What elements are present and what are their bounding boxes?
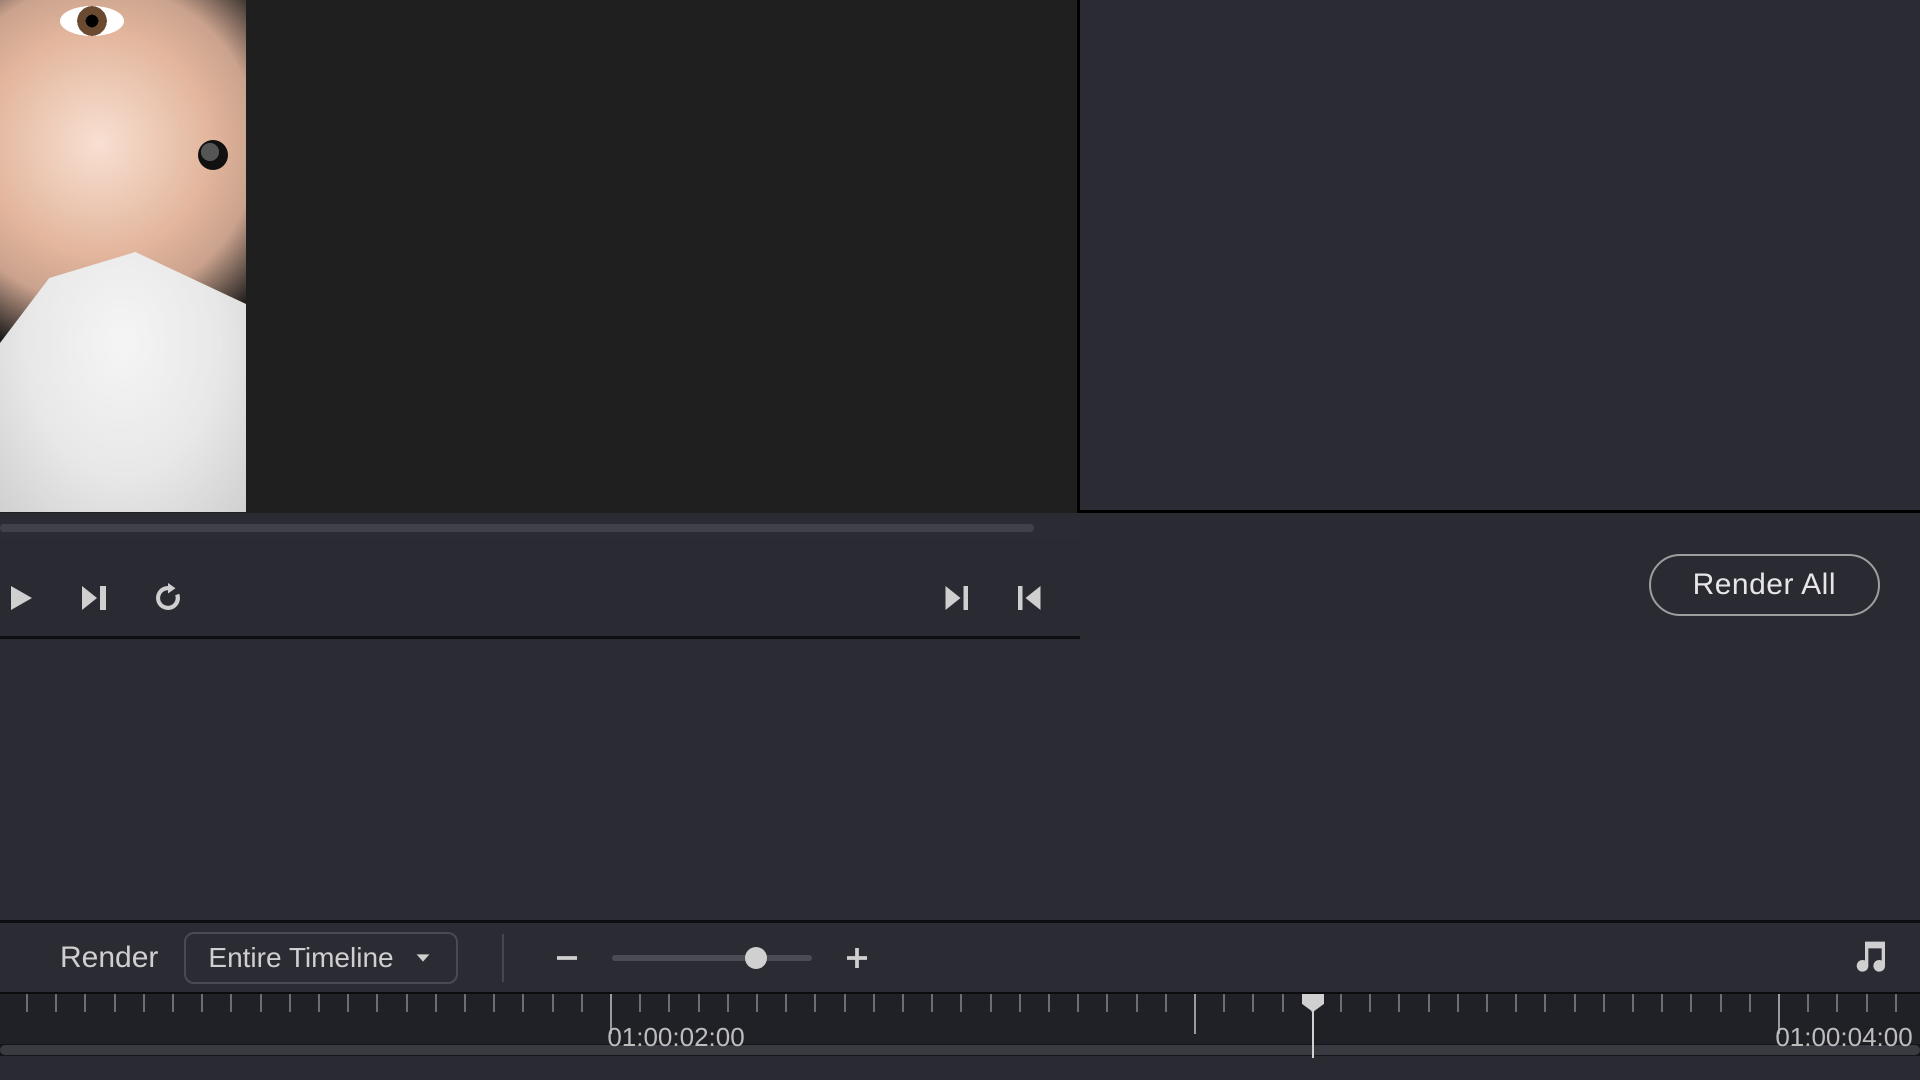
video-frame [0,0,246,512]
ruler-tick [84,994,86,1012]
render-range-dropdown[interactable]: Entire Timeline [184,932,457,984]
ruler-tick [1720,994,1722,1012]
ruler-tick [1252,994,1254,1012]
ruler-tick [172,994,174,1012]
timeline-scrollbar[interactable] [0,1044,1920,1056]
ruler-tick [143,994,145,1012]
ruler-tick [1574,994,1576,1012]
render-label: Render [60,941,158,975]
ruler-tick [1661,994,1663,1012]
render-all-button[interactable]: Render All [1649,554,1880,616]
ruler-tick [1457,994,1459,1012]
ruler-major-tick [1194,994,1196,1034]
ruler-tick [1515,994,1517,1012]
ruler-tick [1749,994,1751,1012]
ruler-time-label: 01:00:04:00 [1775,1022,1912,1053]
ruler-tick [668,994,670,1012]
ruler-tick [1807,994,1809,1012]
ruler-tick [552,994,554,1012]
ruler-tick [376,994,378,1012]
timeline-ruler[interactable]: 01:00:02:00 01:00:04:00 [0,992,1920,1056]
ruler-time-label: 01:00:02:00 [607,1022,744,1053]
ruler-tick [1690,994,1692,1012]
ruler-tick [698,994,700,1012]
ruler-tick [1398,994,1400,1012]
ruler-tick [1632,994,1634,1012]
ruler-tick [844,994,846,1012]
zoom-in-button[interactable] [838,939,876,977]
ruler-tick [1340,994,1342,1012]
playhead[interactable] [1312,994,1314,1058]
ruler-tick [493,994,495,1012]
ruler-tick [522,994,524,1012]
ruler-tick [639,994,641,1012]
viewer-scrub-bar[interactable] [0,516,1080,540]
music-note-icon [1850,935,1890,975]
zoom-out-button[interactable] [548,939,586,977]
ruler-tick [931,994,933,1012]
play-button[interactable] [0,578,40,618]
empty-panel [0,640,1920,920]
ruler-tick [1836,994,1838,1012]
ruler-tick [990,994,992,1012]
ruler-tick [1282,994,1284,1012]
timeline-scrollbar-thumb[interactable] [0,1045,1920,1055]
ruler-tick [1866,994,1868,1012]
ruler-tick [347,994,349,1012]
ruler-tick [114,994,116,1012]
ruler-tick [727,994,729,1012]
ruler-tick [1136,994,1138,1012]
ruler-tick [902,994,904,1012]
ruler-tick [1428,994,1430,1012]
ruler-tick [464,994,466,1012]
ruler-tick [55,994,57,1012]
ruler-tick [1223,994,1225,1012]
loop-button[interactable] [148,578,188,618]
chevron-down-icon [412,947,434,969]
ruler-tick [1544,994,1546,1012]
zoom-slider[interactable] [612,955,812,961]
go-to-in-button[interactable] [1010,578,1050,618]
ruler-tick [230,994,232,1012]
ruler-tick [201,994,203,1012]
ruler-tick [406,994,408,1012]
next-frame-button[interactable] [74,578,114,618]
ruler-tick [1019,994,1021,1012]
viewer-pane[interactable] [0,0,1080,513]
zoom-slider-knob[interactable] [745,947,767,969]
render-options-row: Render Entire Timeline [0,920,1920,992]
transport-bar [0,560,1080,636]
ruler-tick [1106,994,1108,1012]
ruler-tick [260,994,262,1012]
ruler-tick [1369,994,1371,1012]
ruler-tick [435,994,437,1012]
ruler-tick [814,994,816,1012]
render-range-value: Entire Timeline [208,942,393,974]
ruler-tick [1077,994,1079,1012]
ruler-tick [1895,994,1897,1012]
ruler-tick [289,994,291,1012]
scrub-track[interactable] [0,524,1034,532]
ruler-tick [756,994,758,1012]
divider [502,934,504,982]
ruler-tick [1165,994,1167,1012]
render-queue-pane [1080,0,1920,513]
ruler-tick [1048,994,1050,1012]
ruler-tick [1603,994,1605,1012]
ruler-tick [1486,994,1488,1012]
ruler-tick [26,994,28,1012]
go-to-out-button[interactable] [936,578,976,618]
face-placeholder-icon [60,6,124,36]
ruler-tick [318,994,320,1012]
ruler-tick [960,994,962,1012]
ruler-tick [581,994,583,1012]
ruler-tick [785,994,787,1012]
earbud-placeholder-icon [198,140,228,170]
audio-toggle-button[interactable] [1850,935,1890,980]
ruler-tick [873,994,875,1012]
